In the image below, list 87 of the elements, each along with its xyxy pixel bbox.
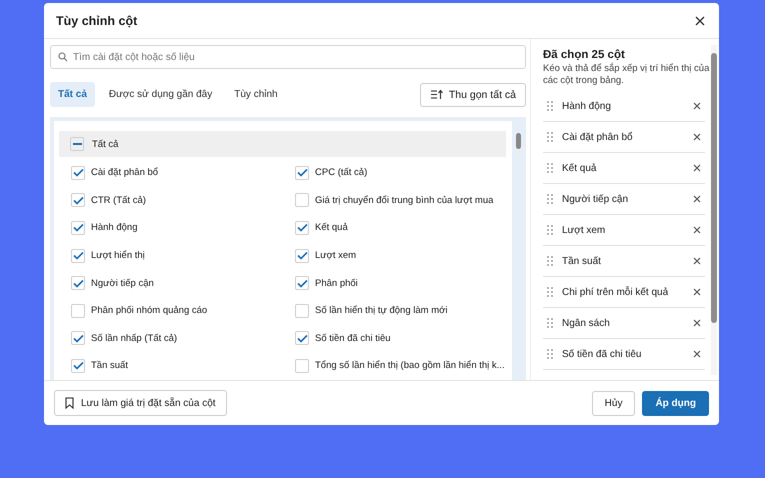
checkbox[interactable] <box>71 358 85 373</box>
column-name: Người tiếp cận <box>562 194 630 204</box>
search-icon <box>58 52 68 62</box>
close-icon[interactable] <box>695 16 705 26</box>
drag-handle-icon[interactable] <box>547 256 553 266</box>
remove-icon[interactable] <box>693 226 701 234</box>
remove-icon[interactable] <box>693 133 701 141</box>
remove-icon[interactable] <box>693 319 701 327</box>
collapse-icon <box>430 89 443 100</box>
drag-handle-icon[interactable] <box>547 225 553 235</box>
option-label: Lượt xem <box>315 250 356 262</box>
column-name: Ngân sách <box>562 318 611 328</box>
dialog-title: Tùy chỉnh cột <box>56 14 138 28</box>
option-label: Số lần nhấp (Tất cả) <box>91 332 178 344</box>
cancel-button[interactable]: Hủy <box>592 390 636 416</box>
remove-icon[interactable] <box>693 164 701 172</box>
option-label: Phân phối nhóm quảng cáo <box>91 305 208 316</box>
selected-column-item[interactable]: Cài đặt phân bổ <box>543 122 705 153</box>
selected-column-item[interactable]: Số tiền đã chi tiêu <box>543 339 705 370</box>
bookmark-icon <box>65 397 74 409</box>
checkbox[interactable] <box>295 304 309 318</box>
remove-icon[interactable] <box>693 288 701 296</box>
tab[interactable]: Được sử dụng gần đây <box>100 82 220 107</box>
checkbox[interactable] <box>71 220 85 235</box>
selected-column-item[interactable]: Kết quả <box>543 153 705 184</box>
option-label: Kết quả <box>315 222 348 234</box>
drag-handle-icon[interactable] <box>547 287 553 297</box>
checkbox[interactable] <box>71 276 85 290</box>
option-label: CTR (Tất cả) <box>91 194 146 206</box>
option-label: Hành động <box>91 222 138 234</box>
checkbox[interactable] <box>295 166 309 180</box>
option-label: Phân phối <box>315 278 358 289</box>
collapse-all-button[interactable]: Thu gọn tất cả <box>420 82 526 106</box>
checkbox[interactable] <box>295 248 309 263</box>
column-name: Cài đặt phân bổ <box>562 132 634 142</box>
option-label: Lượt hiển thị <box>91 250 145 262</box>
selected-column-item[interactable]: Tần suất <box>543 246 705 277</box>
column-name: Kết quả <box>562 162 598 174</box>
drag-handle-icon[interactable] <box>547 349 553 359</box>
option-label: Cài đặt phân bổ <box>91 167 158 178</box>
option-label: Người tiếp cận <box>91 278 154 289</box>
remove-icon[interactable] <box>693 257 701 265</box>
column-name: Chi phí trên mỗi kết quả <box>562 286 670 298</box>
search-field[interactable]: Tìm cài đặt cột hoặc số liệu <box>50 45 526 69</box>
tab[interactable]: Tất cả <box>50 82 95 107</box>
checkbox[interactable] <box>295 220 309 235</box>
drag-handle-icon[interactable] <box>547 163 553 173</box>
checkbox[interactable] <box>71 248 85 263</box>
checkbox[interactable] <box>295 193 309 208</box>
drag-handle-icon[interactable] <box>547 101 553 111</box>
checkbox[interactable] <box>295 276 309 290</box>
column-name: Số tiền đã chi tiêu <box>562 348 642 360</box>
remove-icon[interactable] <box>693 350 701 358</box>
drag-handle-icon[interactable] <box>547 194 553 204</box>
selected-column-item[interactable]: Hành động <box>543 91 705 122</box>
drag-handle-icon[interactable] <box>547 132 553 142</box>
apply-button[interactable]: Áp dụng <box>642 390 709 416</box>
option-label: Tổng số lần hiển thị (bao gồm lần hiển thị k... <box>315 360 505 372</box>
remove-icon[interactable] <box>693 195 701 203</box>
checkbox[interactable] <box>70 137 84 151</box>
option-label: Giá trị chuyển đổi trung bình của lượt mua <box>315 194 494 206</box>
option-label: Số lần hiển thị tự động làm mới <box>315 305 448 316</box>
column-name: Lượt xem <box>562 224 606 236</box>
scrollbar[interactable] <box>711 45 717 375</box>
column-name: Hành động <box>562 100 612 112</box>
selected-column-item[interactable]: Ngân sách <box>543 308 705 339</box>
option-label: Số tiền đã chi tiêu <box>315 332 391 344</box>
checkbox[interactable] <box>71 166 85 180</box>
save-preset-button[interactable]: Lưu làm giá trị đặt sẵn của cột <box>54 390 227 416</box>
selected-column-item[interactable]: Chi phí trên mỗi kết quả <box>543 277 705 308</box>
remove-icon[interactable] <box>693 102 701 110</box>
checkbox[interactable] <box>71 304 85 318</box>
checkbox[interactable] <box>295 358 309 373</box>
option-label: CPC (tất cả) <box>315 167 368 178</box>
tab[interactable]: Tùy chỉnh <box>226 82 286 107</box>
select-all-row[interactable]: Tất cả <box>59 131 506 157</box>
checkbox[interactable] <box>295 331 309 346</box>
checkbox[interactable] <box>71 193 85 208</box>
drag-hint: Kéo và thả để sắp xếp vị trí hiển thị của các cột trong bảng. <box>543 63 710 87</box>
column-name: Tần suất <box>562 256 602 266</box>
selected-count-title: Đã chọn 25 cột <box>543 49 626 61</box>
checkbox[interactable] <box>71 331 85 346</box>
drag-handle-icon[interactable] <box>547 318 553 328</box>
selected-column-item[interactable]: Người tiếp cận <box>543 184 705 215</box>
option-label: Tất cả <box>92 138 118 150</box>
option-label: Tần suất <box>91 360 128 372</box>
selected-column-item[interactable]: Lượt xem <box>543 215 705 246</box>
